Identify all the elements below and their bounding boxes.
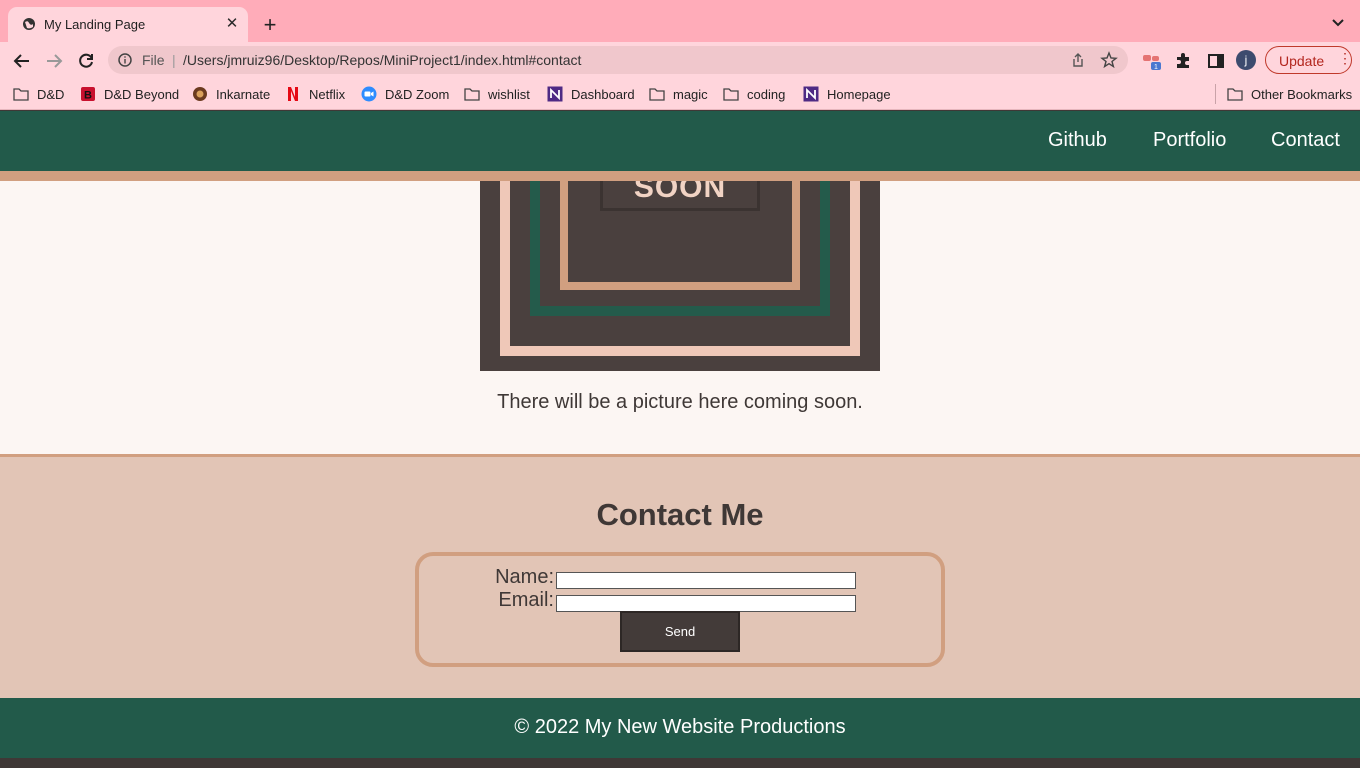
netflix-icon xyxy=(285,86,301,102)
side-panel-icon[interactable] xyxy=(1206,52,1226,70)
bookmarks-bar: D&D B D&D Beyond Inkarnate Netflix D&D Z… xyxy=(0,78,1360,110)
bookmark-label: D&D Zoom xyxy=(385,86,450,102)
bookmark-label: Netflix xyxy=(309,86,346,102)
bookmark-folder-coding[interactable]: coding xyxy=(723,85,785,103)
web-page: Github Portfolio Contact SOON There will… xyxy=(0,111,1360,768)
bookmark-label: wishlist xyxy=(488,86,530,102)
bookmark-folder-dnd[interactable]: D&D xyxy=(13,85,64,103)
new-tab-button[interactable]: + xyxy=(258,13,282,37)
bookmark-inkarnate[interactable]: Inkarnate xyxy=(192,85,270,103)
bookmark-dnd-zoom[interactable]: D&D Zoom xyxy=(361,85,449,103)
more-menu-icon[interactable]: ⋮ xyxy=(1338,51,1352,65)
nav-link-github[interactable]: Github xyxy=(1048,129,1107,152)
send-button[interactable]: Send xyxy=(620,611,740,652)
bookmark-label: D&D xyxy=(37,86,65,102)
northwestern-icon xyxy=(803,86,819,102)
nav-link-contact[interactable]: Contact xyxy=(1271,129,1340,152)
header-accent-stripe xyxy=(0,171,1360,181)
folder-icon xyxy=(723,86,739,102)
bookmark-dnd-beyond[interactable]: B D&D Beyond xyxy=(80,85,179,103)
contact-form: Name: Email: Send xyxy=(415,552,945,667)
extension-icon[interactable]: 1 xyxy=(1142,52,1162,70)
browser-tab-strip: My Landing Page ✕ + xyxy=(0,0,1360,42)
placeholder-text: SOON xyxy=(633,181,727,204)
bookmark-label: Other Bookmarks xyxy=(1251,86,1353,102)
info-icon[interactable] xyxy=(118,53,132,67)
picture-caption: There will be a picture here coming soon… xyxy=(497,391,863,413)
email-label: Email: xyxy=(498,589,554,611)
browser-tab[interactable]: My Landing Page ✕ xyxy=(8,7,248,42)
placeholder-image: SOON xyxy=(480,181,880,371)
northwestern-icon xyxy=(547,86,563,102)
contact-title: Contact Me xyxy=(596,497,764,532)
update-button[interactable]: Update ⋮ xyxy=(1265,46,1352,74)
tab-title: My Landing Page xyxy=(44,17,146,32)
bookmark-label: Homepage xyxy=(827,86,891,102)
dnd-beyond-icon: B xyxy=(80,86,96,102)
bookmark-label: D&D Beyond xyxy=(104,86,180,102)
picture-section: SOON There will be a picture here coming… xyxy=(0,181,1360,454)
star-icon[interactable] xyxy=(1100,51,1118,69)
nav-link-portfolio[interactable]: Portfolio xyxy=(1153,129,1226,152)
url-separator: | xyxy=(172,52,176,68)
puzzle-icon[interactable] xyxy=(1173,51,1193,69)
profile-avatar[interactable]: j xyxy=(1236,50,1256,70)
bookmarks-divider xyxy=(1215,84,1216,104)
bookmark-other-bookmarks[interactable]: Other Bookmarks xyxy=(1227,85,1352,103)
folder-icon xyxy=(13,86,29,102)
inkarnate-icon xyxy=(192,86,208,102)
folder-icon xyxy=(1227,86,1243,102)
footer-copyright: © 2022 My New Website Productions xyxy=(514,716,846,738)
back-button[interactable] xyxy=(11,50,33,72)
bookmark-netflix[interactable]: Netflix xyxy=(285,85,345,103)
bookmark-folder-magic[interactable]: magic xyxy=(649,85,708,103)
bookmark-homepage[interactable]: Homepage xyxy=(803,85,891,103)
bookmark-folder-wishlist[interactable]: wishlist xyxy=(464,85,530,103)
svg-text:B: B xyxy=(84,90,92,102)
folder-icon xyxy=(464,86,480,102)
page-bottom-strip xyxy=(0,758,1360,768)
url-text[interactable]: /Users/jmruiz96/Desktop/Repos/MiniProjec… xyxy=(183,52,581,68)
forward-button[interactable] xyxy=(43,50,65,72)
bookmark-label: Dashboard xyxy=(571,86,635,102)
bookmark-dashboard[interactable]: Dashboard xyxy=(547,85,635,103)
tab-close-icon[interactable]: ✕ xyxy=(224,15,240,32)
browser-toolbar: File | /Users/jmruiz96/Desktop/Repos/Min… xyxy=(0,42,1360,78)
reload-icon xyxy=(79,53,93,68)
reload-button[interactable] xyxy=(75,50,97,72)
extension-badge: 1 xyxy=(1154,64,1158,70)
zoom-icon xyxy=(361,86,377,102)
arrow-right-icon xyxy=(47,54,63,68)
bookmark-label: coding xyxy=(747,86,786,102)
contact-section: Contact Me Name: Email: Send xyxy=(0,457,1360,698)
name-input[interactable] xyxy=(556,572,856,589)
bookmark-label: magic xyxy=(673,86,708,102)
name-label: Name: xyxy=(495,566,554,588)
globe-icon xyxy=(23,18,35,30)
bookmark-label: Inkarnate xyxy=(216,86,271,102)
url-scheme: File xyxy=(142,52,165,68)
address-bar[interactable]: File | /Users/jmruiz96/Desktop/Repos/Min… xyxy=(108,46,1128,74)
chevron-down-icon[interactable] xyxy=(1328,15,1348,31)
email-input[interactable] xyxy=(556,595,856,612)
arrow-left-icon xyxy=(13,54,29,68)
site-footer: © 2022 My New Website Productions xyxy=(0,698,1360,758)
site-header: Github Portfolio Contact xyxy=(0,111,1360,171)
update-label: Update xyxy=(1279,53,1325,69)
share-icon[interactable] xyxy=(1070,52,1086,68)
folder-icon xyxy=(649,86,665,102)
